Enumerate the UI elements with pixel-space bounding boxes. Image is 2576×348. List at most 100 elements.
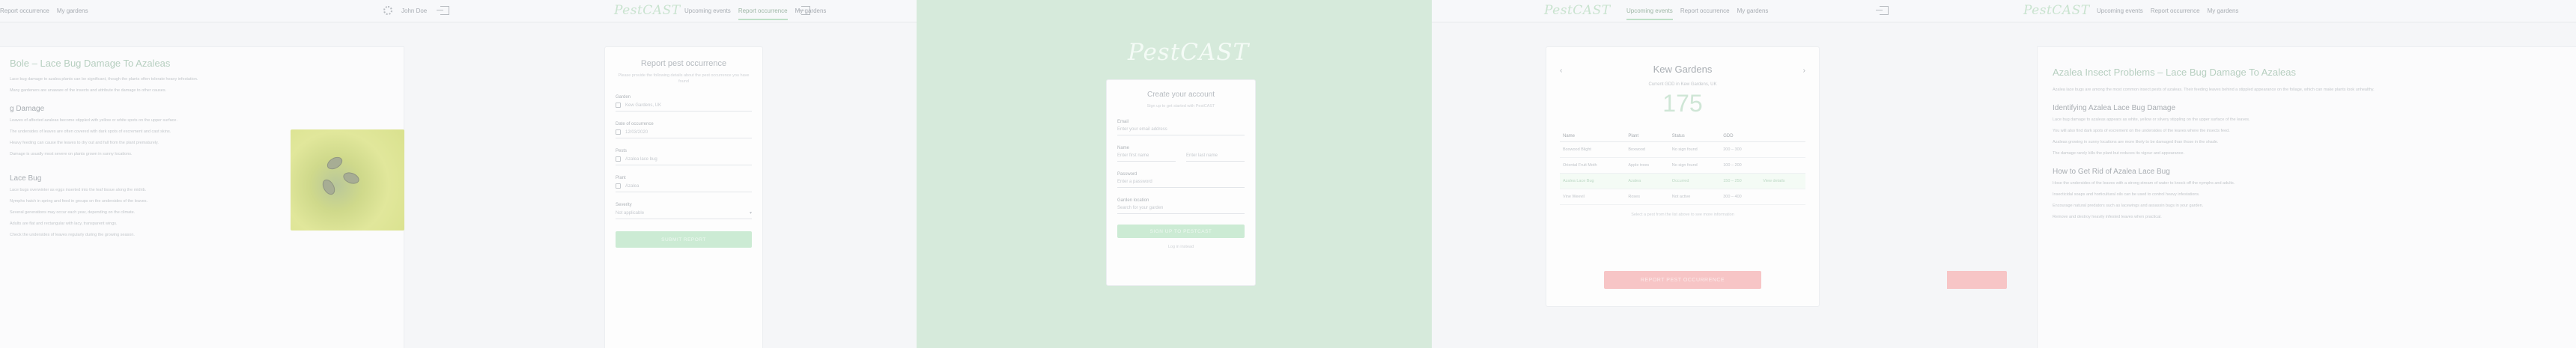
column-header: Plant <box>1625 131 1669 142</box>
nav-report-link[interactable]: Report occurrence <box>1680 7 1730 20</box>
logout-icon[interactable] <box>437 6 449 15</box>
form-subtitle: Sign up to get started with PestCAST <box>1146 104 1215 109</box>
form-title: Create your account <box>1146 91 1215 99</box>
pest-field[interactable]: Pests Azalea lace bug <box>616 149 752 165</box>
row-action <box>1760 189 1805 205</box>
nav-links: Upcoming events Report occurrence My gar… <box>1626 7 1768 20</box>
section-body: Leaves of affected azaleas become stippl… <box>10 117 257 158</box>
paragraph: Lace bug damage to azaleas appears as wh… <box>2053 117 2250 122</box>
status-text: Not active <box>1668 189 1721 205</box>
column-header: Name <box>1560 131 1626 142</box>
signup-button[interactable]: SIGN UP TO PESTCAST <box>1117 225 1245 238</box>
chevron-left-icon[interactable]: ‹ <box>1560 67 1562 75</box>
report-pest-occurrence-button[interactable]: REPORT PEST OCCURRENCE <box>1604 271 1761 289</box>
leaf-icon <box>616 183 621 189</box>
plant-name: Azalea <box>1625 173 1669 189</box>
gear-icon[interactable] <box>383 6 392 15</box>
top-nav: PestCAST Upcoming events Report occurren… <box>1432 0 1947 22</box>
password-input[interactable]: Enter a password <box>1117 180 1245 188</box>
pest-name: Boxwood Blight <box>1560 141 1626 158</box>
date-field[interactable]: Date of occurrence 12/03/2020 <box>616 122 752 138</box>
garden-screen: PestCAST Upcoming events Report occurren… <box>1432 0 1947 348</box>
field-label: Garden <box>616 95 631 100</box>
plant-value[interactable]: Azalea <box>625 184 639 189</box>
nav-report-link[interactable]: Report occurrence <box>0 7 49 19</box>
garden-value[interactable]: Kew Gardens, UK <box>625 103 661 108</box>
pest-name: Oriental Fruit Moth <box>1560 157 1626 174</box>
top-nav: PestCAST Upcoming events Report occurren… <box>458 0 917 22</box>
row-action <box>1760 141 1805 158</box>
column-header <box>1760 131 1805 142</box>
nav-report-link[interactable]: Report occurrence <box>738 7 788 20</box>
brand-logo: PestCAST <box>1128 39 1250 66</box>
pest-name: Vine Weevil <box>1560 189 1626 205</box>
chevron-down-icon: ▾ <box>749 211 752 216</box>
signup-screen: PestCAST Create your account Sign up to … <box>917 0 1432 348</box>
nav-upcoming-link[interactable]: Upcoming events <box>684 7 731 20</box>
report-pest-button-offscreen <box>1947 271 2007 289</box>
severity-field[interactable]: Severity Not applicable ▾ <box>616 203 752 219</box>
nav-upcoming-link[interactable]: Upcoming events <box>1626 7 1673 20</box>
logout-icon[interactable] <box>1876 6 1889 15</box>
paragraph: Leaves of affected azaleas become stippl… <box>10 118 178 123</box>
plant-field[interactable]: Plant Azalea <box>616 176 752 192</box>
password-field[interactable]: Password Enter a password <box>1117 172 1245 188</box>
pest-name: Azalea Lace Bug <box>1560 173 1626 189</box>
table-row[interactable]: Boxwood Blight Boxwood No sign found 200… <box>1560 141 1805 158</box>
first-name-input[interactable]: Enter first name <box>1117 153 1176 162</box>
garden-field[interactable]: Garden Kew Gardens, UK <box>616 95 752 112</box>
nav-gardens-link[interactable]: My gardens <box>1737 7 1769 20</box>
bug-shape <box>320 177 338 198</box>
table-row[interactable]: Vine Weevil Roses Not active 300 – 400 <box>1560 189 1805 205</box>
field-label: Date of occurrence <box>616 122 654 126</box>
garden-search-input[interactable]: Search for your garden <box>1117 206 1245 214</box>
nav-gardens-link[interactable]: My gardens <box>2208 7 2239 19</box>
article-screen: Report occurrence My gardens John Doe Bo… <box>0 0 458 348</box>
plant-name: Roses <box>1625 189 1669 205</box>
column-header: Status <box>1668 131 1721 142</box>
brand-logo[interactable]: PestCAST <box>2023 3 2090 18</box>
brand-logo[interactable]: PestCAST <box>1544 3 1611 18</box>
table-header-row: Name Plant Status GDD <box>1560 131 1805 142</box>
table-row-highlighted[interactable]: Azalea Lace Bug Azalea Occurred 150 – 25… <box>1560 173 1805 189</box>
pest-article-screen: PestCAST Upcoming events Report occurren… <box>1947 0 2576 348</box>
status-text: No sign found <box>1668 157 1721 174</box>
garden-location-field[interactable]: Garden location Search for your garden <box>1117 198 1245 214</box>
last-name-input[interactable]: Enter last name <box>1186 153 1245 162</box>
date-value[interactable]: 12/03/2020 <box>625 130 648 135</box>
table-note: Select a pest from the list above to see… <box>1631 213 1734 217</box>
nav-report-link[interactable]: Report occurrence <box>2151 7 2200 19</box>
section-heading: Identifying Azalea Lace Bug Damage <box>2053 104 2175 112</box>
paragraph: Heavy feeding can cause the leaves to dr… <box>10 141 159 145</box>
article-intro-2: Many gardeners are unaware of the insect… <box>10 88 167 93</box>
gdd-caption: Current GDD in Kew Gardens, UK <box>1648 82 1717 87</box>
nav-gardens-link[interactable]: My gardens <box>57 7 88 19</box>
submit-report-button[interactable]: SUBMIT REPORT <box>616 231 752 248</box>
report-screen: PestCAST Upcoming events Report occurren… <box>458 0 917 348</box>
paragraph: Azaleas growing in sunny locations are m… <box>2053 140 2219 144</box>
paragraph: You will also find dark spots of excreme… <box>2053 129 2230 133</box>
view-details-link[interactable]: View details <box>1760 173 1805 189</box>
user-name[interactable]: John Doe <box>401 7 427 14</box>
plant-name: Apple trees <box>1625 157 1669 174</box>
gdd-value: 175 <box>1662 90 1703 117</box>
severity-value[interactable]: Not applicable <box>616 211 644 216</box>
paragraph: Encourage natural predators such as lace… <box>2053 204 2204 208</box>
calendar-icon <box>616 129 621 135</box>
top-nav: Report occurrence My gardens John Doe <box>0 0 458 22</box>
pest-value[interactable]: Azalea lace bug <box>625 157 657 162</box>
gdd-range: 150 – 250 <box>1720 173 1761 189</box>
chevron-right-icon[interactable]: › <box>1803 67 1805 75</box>
table-row[interactable]: Oriental Fruit Moth Apple trees No sign … <box>1560 157 1805 174</box>
brand-logo[interactable]: PestCAST <box>614 3 681 18</box>
email-field[interactable]: Email Enter your email address <box>1117 120 1245 135</box>
status-text: Occurred <box>1668 173 1721 189</box>
logout-icon[interactable] <box>798 6 810 15</box>
form-title: Report pest occurrence <box>640 59 727 68</box>
signup-form: Create your account Sign up to get start… <box>1106 79 1256 286</box>
name-field: Name Enter first name Enter last name <box>1117 146 1245 162</box>
nav-upcoming-link[interactable]: Upcoming events <box>2097 7 2143 19</box>
paragraph: Remove and destroy heavily infested leav… <box>2053 215 2162 219</box>
login-link[interactable]: Log in instead <box>1117 244 1245 250</box>
email-input[interactable]: Enter your email address <box>1117 127 1245 135</box>
